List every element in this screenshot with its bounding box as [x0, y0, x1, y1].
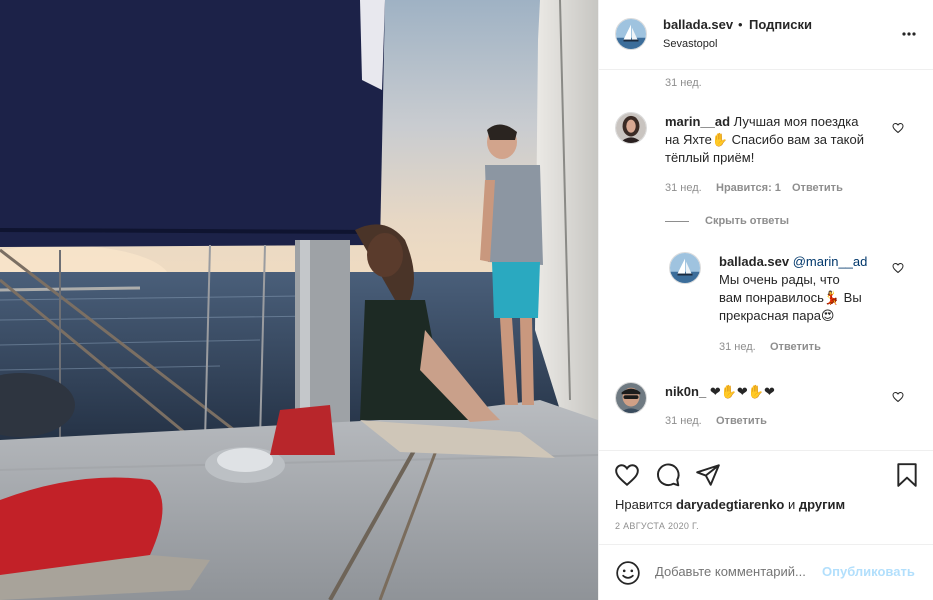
add-comment-bar: Опубликовать [599, 544, 933, 600]
comment-like-heart-icon[interactable] [892, 391, 904, 403]
comment-reply-button[interactable]: Ответить [792, 182, 843, 194]
comment-icon[interactable] [655, 462, 681, 488]
comment-like-heart-icon[interactable] [892, 122, 904, 134]
comment-reply-button[interactable]: Ответить [716, 415, 767, 427]
comment-line-1: Лучшая моя поездка [733, 114, 859, 129]
commenter-avatar[interactable] [615, 112, 647, 144]
bookmark-icon[interactable] [894, 462, 920, 488]
likes-user-link[interactable]: daryadegtiarenko [676, 497, 784, 512]
likes-others-link[interactable]: другим [799, 497, 845, 512]
post-actions: Нравится daryadegtiarenko и другим 2 АВГ… [599, 450, 933, 544]
hide-replies-button[interactable]: Скрыть ответы [705, 215, 789, 227]
comment-likes-count[interactable]: Нравится: 1 [716, 182, 781, 194]
reply-username[interactable]: ballada.sev [719, 254, 789, 269]
publish-button[interactable]: Опубликовать [822, 564, 915, 579]
share-icon[interactable] [695, 462, 721, 488]
reply-line-1: Мы очень рады, что [719, 272, 840, 287]
replies-divider [665, 221, 689, 222]
likes-prefix: Нравится [615, 497, 676, 512]
post-photo[interactable] [0, 0, 598, 600]
comment-text: nik0n_ ❤✋❤✋❤ [665, 383, 885, 401]
comment-line-2: на Яхте✋ Спасибо вам за такой [665, 132, 865, 147]
comment-username[interactable]: marin__ad [665, 114, 730, 129]
separator-dot: • [738, 17, 743, 32]
comment-time: 31 нед. [665, 415, 702, 427]
likes-summary: Нравится daryadegtiarenko и другим [615, 497, 845, 512]
heart-icon[interactable] [614, 462, 640, 488]
location-link[interactable]: Sevastopol [663, 38, 717, 50]
caption-time: 31 нед. [665, 77, 702, 89]
more-horizontal-icon[interactable] [901, 24, 917, 44]
post-header: ballada.sev • Подписки Sevastopol [599, 0, 933, 70]
reply-time: 31 нед. [719, 341, 756, 353]
likes-and: и [784, 497, 799, 512]
commenter-avatar[interactable] [615, 382, 647, 414]
post-side-panel: ballada.sev • Подписки Sevastopol 31 нед… [598, 0, 933, 600]
add-comment-input[interactable] [655, 564, 819, 579]
reply-reply-button[interactable]: Ответить [770, 341, 821, 353]
comment-username[interactable]: nik0n_ [665, 384, 706, 399]
post-date: 2 АВГУСТА 2020 Г. [615, 521, 699, 531]
reply-mention-link[interactable]: @marin__ad [793, 254, 868, 269]
author-username[interactable]: ballada.sev [663, 17, 733, 32]
comment-time: 31 нед. [665, 182, 702, 194]
comment-line-1: ❤✋❤✋❤ [709, 384, 775, 399]
reply-like-heart-icon[interactable] [892, 262, 904, 274]
reply-text: ballada.sev @marin__ad Мы очень рады, чт… [719, 253, 879, 325]
comment-text: marin__ad Лучшая моя поездка на Яхте✋ Сп… [665, 113, 915, 167]
comments-list[interactable]: 31 нед. marin__ad Лучшая моя поездка на … [599, 70, 933, 450]
author-avatar[interactable] [615, 18, 647, 50]
smiley-icon[interactable] [615, 560, 641, 586]
yacht-sunset-image [0, 0, 598, 600]
instagram-post-view: ballada.sev • Подписки Sevastopol 31 нед… [0, 0, 933, 600]
reply-line-2: вам понравилось💃 Вы [719, 290, 862, 305]
reply-line-3: прекрасная пара😍 [719, 308, 835, 323]
reply-author-avatar[interactable] [669, 252, 701, 284]
comment-line-3: тёплый приём! [665, 150, 755, 165]
following-button[interactable]: Подписки [749, 17, 812, 32]
